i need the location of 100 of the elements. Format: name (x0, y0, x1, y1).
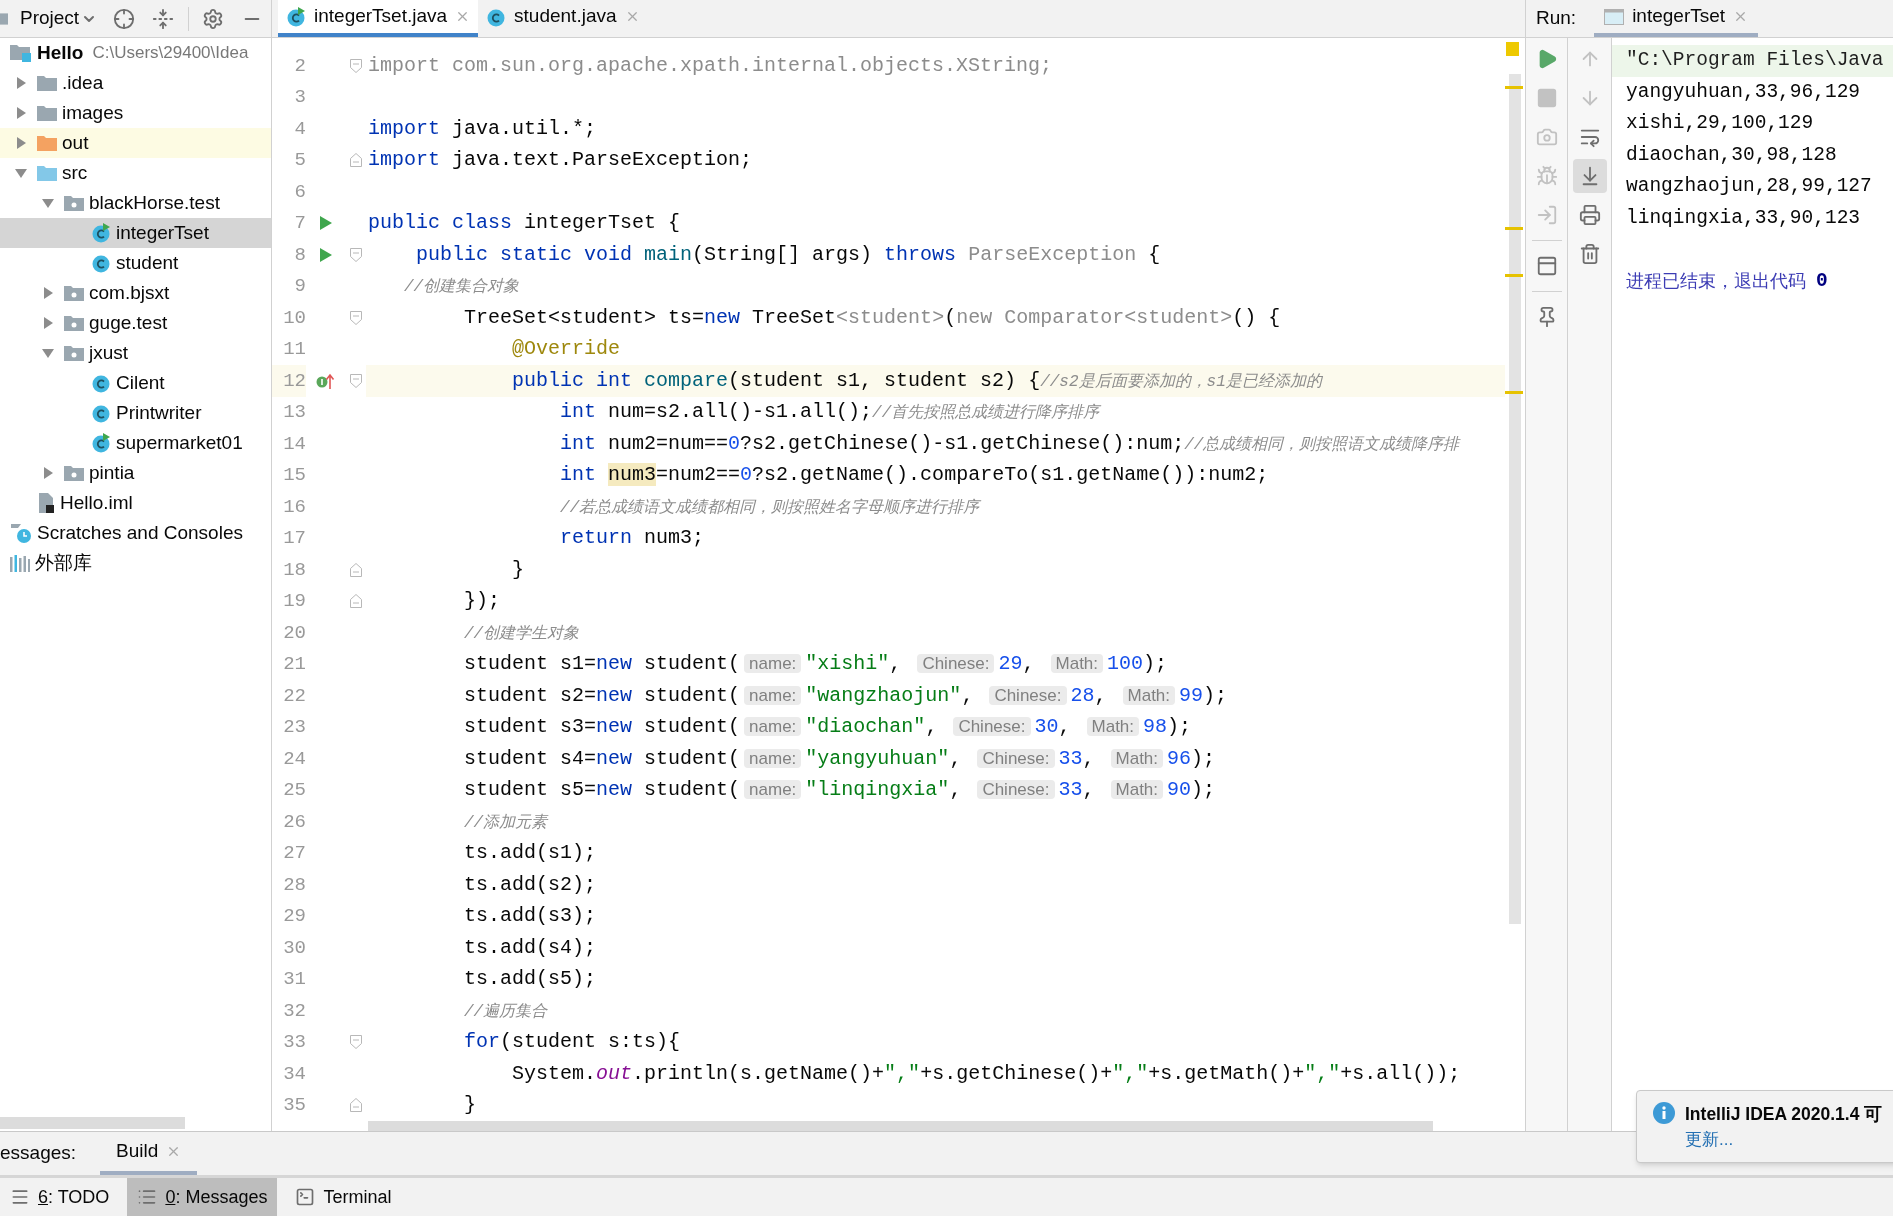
line-number: 12 (272, 365, 306, 397)
project-view-icon (0, 10, 8, 27)
class-icon (91, 373, 111, 393)
tree-item[interactable]: student (0, 248, 271, 278)
line-number: 3 (293, 85, 306, 110)
list-icon (10, 1187, 30, 1207)
line-number: 17 (282, 526, 306, 551)
fold-marker-icon[interactable] (349, 247, 362, 262)
module-icon (10, 44, 32, 62)
fold-marker-icon[interactable] (349, 562, 362, 577)
tree-item[interactable]: out (0, 128, 271, 158)
terminal-icon (295, 1187, 316, 1207)
tree-item[interactable]: jxust (0, 338, 271, 368)
expand-arrow-icon[interactable] (42, 317, 54, 329)
fold-marker-icon[interactable] (349, 153, 362, 168)
package-icon (64, 195, 84, 211)
exit-message: 进程已结束，退出代码 0 (1625, 268, 1829, 294)
folder-icon (37, 135, 57, 151)
code-line: @Override (511, 336, 621, 363)
run-icon[interactable] (319, 247, 332, 262)
line-number: 6 (293, 179, 306, 205)
tree-item[interactable]: .idea (0, 68, 271, 98)
expand-arrow-icon[interactable] (42, 287, 54, 299)
tree-item[interactable]: src (0, 158, 271, 188)
line-number: 32 (282, 998, 306, 1024)
collapse-arrow-icon[interactable] (42, 347, 54, 359)
code-line: import com.sun.org.apache.xpath.internal.objects.XString; (367, 52, 1053, 79)
code-line: public class integerTset { (367, 210, 681, 237)
editor-tab[interactable]: integerTset.java (278, 0, 479, 37)
expand-arrow-icon[interactable] (15, 137, 27, 149)
folder-icon (37, 165, 57, 181)
tool-window-tab[interactable]: Terminal (285, 1178, 402, 1216)
editor-tab[interactable]: student.java (478, 0, 648, 37)
code-line: ts.add(s2); (463, 871, 597, 898)
line-number: 9 (293, 274, 306, 299)
class-icon (91, 253, 111, 273)
code-line: TreeSet<student> ts=new TreeSet<student>(new Comparator<student>() { (463, 304, 1281, 331)
code-line: System.out.println(s.getName()+","+s.getChinese()+","+s.getMath()+","+s.all()); (511, 1060, 1461, 1087)
line-number: 4 (293, 116, 306, 142)
code-line: ts.add(s5); (463, 966, 597, 993)
collapse-arrow-icon[interactable] (42, 197, 54, 209)
line-number: 21 (282, 652, 306, 677)
tree-item[interactable]: pintia (0, 458, 271, 488)
tree-item[interactable]: com.bjsxt (0, 278, 271, 308)
file-icon (37, 493, 55, 513)
run-tab[interactable]: integerTset (1594, 0, 1759, 37)
line-number: 23 (282, 715, 306, 740)
tree-item[interactable]: images (0, 98, 271, 128)
scroll-to-end-icon[interactable] (1572, 159, 1607, 193)
line-number: 13 (282, 400, 306, 425)
locate-icon[interactable] (113, 7, 136, 30)
fold-marker-icon[interactable] (349, 1035, 362, 1050)
tree-item[interactable]: Scratches and Consoles (0, 518, 271, 548)
fold-marker-icon[interactable] (349, 1098, 362, 1113)
code-line: //若总成绩语文成绩都相同，则按照姓名字母顺序进行排序 (559, 497, 980, 519)
expand-arrow-icon[interactable] (15, 107, 27, 119)
tree-item[interactable]: Printwriter (0, 398, 271, 428)
fold-marker-icon[interactable] (349, 310, 362, 325)
line-number: 25 (282, 778, 306, 803)
code-line: ts.add(s3); (463, 903, 597, 930)
collapse-all-icon[interactable] (152, 7, 175, 30)
code-line: return num3; (559, 525, 705, 552)
line-number: 30 (282, 935, 306, 961)
line-number: 24 (282, 746, 306, 772)
implements-marker-icon[interactable] (315, 372, 336, 389)
runnable-class-icon (91, 223, 111, 243)
scrollbar[interactable] (0, 1117, 185, 1129)
line-number: 29 (282, 904, 306, 929)
expand-arrow-icon[interactable] (15, 77, 27, 89)
collapse-arrow-icon[interactable] (15, 167, 27, 179)
tree-item[interactable]: supermarket01 (0, 428, 271, 458)
run-label: Run: (1536, 6, 1577, 31)
fold-marker-icon[interactable] (349, 373, 362, 388)
tree-item[interactable]: integerTset (0, 218, 271, 248)
code-line: //遍历集合 (463, 1001, 548, 1023)
tree-item[interactable]: blackHorse.test (0, 188, 271, 218)
library-icon (10, 554, 30, 572)
tool-window-tab[interactable]: 0: Messages (127, 1178, 278, 1216)
tree-item[interactable]: guge.test (0, 308, 271, 338)
tree-item[interactable]: 外部库 (0, 548, 271, 578)
line-number: 28 (282, 872, 306, 898)
code-line: int num3=num2==0?s2.getName().compareTo(s1.getName()):num2; (559, 462, 1269, 489)
notification-title: IntelliJ IDEA 2020.1.4 可 (1685, 1103, 1883, 1126)
package-icon (64, 345, 84, 361)
run-icon[interactable] (319, 216, 332, 231)
tool-window-tab[interactable]: 6: TODO (0, 1178, 120, 1216)
scratches-icon (10, 522, 32, 544)
code-line: } (463, 1092, 477, 1119)
expand-arrow-icon[interactable] (42, 467, 54, 479)
update-link[interactable]: 更新... (1685, 1127, 1883, 1153)
fold-marker-icon[interactable] (349, 58, 362, 73)
tree-item[interactable]: Cilent (0, 368, 271, 398)
fold-marker-icon[interactable] (349, 594, 362, 609)
settings-icon[interactable] (202, 7, 225, 30)
tree-item[interactable]: Hello C:\Users\29400\Idea (0, 38, 271, 68)
scrollbar[interactable] (368, 1121, 1433, 1131)
scrollbar-thumb[interactable] (1509, 74, 1521, 924)
package-icon (64, 465, 84, 481)
list-icon (137, 1187, 158, 1207)
tree-item[interactable]: Hello.iml (0, 488, 271, 518)
